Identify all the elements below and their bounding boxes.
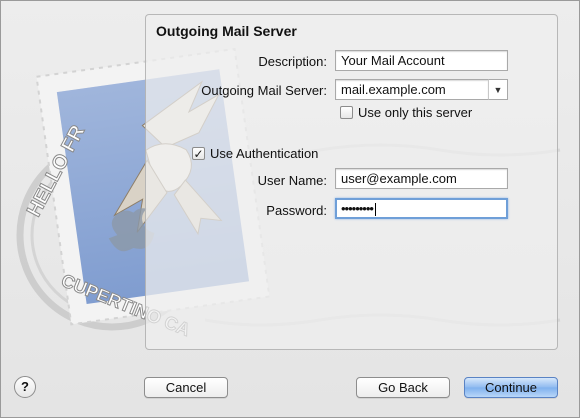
check-icon: ✓ <box>193 146 204 161</box>
password-field[interactable]: ••••••••• <box>335 198 508 219</box>
server-label: Outgoing Mail Server: <box>201 83 327 98</box>
cancel-button[interactable]: Cancel <box>144 377 228 398</box>
use-only-server-checkbox[interactable] <box>340 106 353 119</box>
use-authentication-checkbox[interactable]: ✓ <box>192 147 205 160</box>
username-field[interactable]: user@example.com <box>335 168 508 189</box>
help-button[interactable]: ? <box>14 376 36 398</box>
use-only-server-label: Use only this server <box>358 105 473 120</box>
text-cursor <box>374 203 376 217</box>
description-label: Description: <box>258 54 327 69</box>
server-combo-field[interactable]: mail.example.com <box>335 79 489 100</box>
server-dropdown-button[interactable]: ▼ <box>488 79 508 100</box>
continue-button[interactable]: Continue <box>464 377 558 398</box>
go-back-button[interactable]: Go Back <box>356 377 450 398</box>
username-label: User Name: <box>257 173 327 188</box>
panel-title: Outgoing Mail Server <box>156 23 297 39</box>
password-dots: ••••••••• <box>341 201 374 216</box>
chevron-down-icon: ▼ <box>493 84 503 95</box>
description-field[interactable]: Your Mail Account <box>335 50 508 71</box>
use-authentication-label: Use Authentication <box>210 146 319 161</box>
password-label: Password: <box>266 203 327 218</box>
